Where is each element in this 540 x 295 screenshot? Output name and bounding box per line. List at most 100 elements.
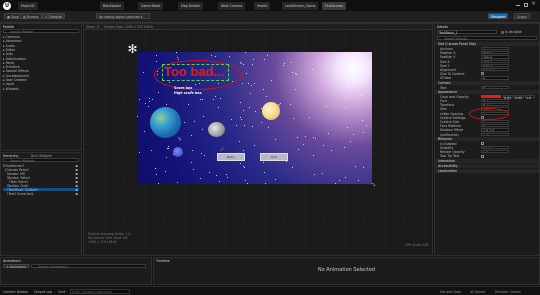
details-section[interactable]: Appearance bbox=[435, 89, 539, 94]
palette-category[interactable]: ▸ Audio bbox=[3, 44, 79, 47]
minimize-icon[interactable] bbox=[516, 5, 520, 6]
star bbox=[345, 106, 347, 108]
property-value[interactable]: 100.0 bbox=[481, 63, 509, 67]
star bbox=[263, 171, 265, 173]
palette-category[interactable]: ▸ Uncategorized bbox=[3, 74, 79, 77]
property-value[interactable]: 0 bbox=[481, 120, 509, 124]
tab-2[interactable]: Game Mode bbox=[138, 2, 164, 10]
add-animation-button[interactable]: + Animation bbox=[3, 264, 29, 269]
checkbox-icon[interactable] bbox=[481, 141, 484, 145]
palette-category[interactable]: ▸ Optimization bbox=[3, 57, 79, 60]
eye-icon[interactable]: ◉ bbox=[75, 164, 78, 167]
quit-button[interactable]: Quit bbox=[260, 153, 288, 161]
palette-category[interactable]: ▸ Input bbox=[3, 82, 79, 85]
all-saved-indicator[interactable]: All Saved bbox=[470, 290, 485, 294]
unreal-logo-icon[interactable]: U bbox=[3, 1, 11, 10]
retry-button[interactable]: Retry bbox=[217, 153, 245, 161]
debug-dropdown[interactable]: No debug object selected ▾ bbox=[96, 13, 150, 19]
property-value[interactable]: Too bad... bbox=[481, 85, 509, 89]
property-value[interactable]: 350.0 bbox=[481, 51, 509, 55]
details-section[interactable]: Content bbox=[435, 80, 539, 85]
property-value[interactable]: 0 bbox=[481, 76, 509, 80]
designer-viewport[interactable]: Zoom -4 Screen Size: 1280 x 720 (16:9) ✻… bbox=[83, 23, 433, 256]
color-swatch[interactable] bbox=[481, 94, 501, 98]
content-drawer-button[interactable]: Content Drawer bbox=[3, 290, 28, 294]
color-channel-field[interactable]: 0.05 bbox=[514, 94, 524, 99]
hierarchy-item[interactable]: [Button_Quit] ◉ bbox=[3, 184, 79, 187]
color-channel-field[interactable]: 0.92 bbox=[503, 94, 513, 99]
resize-handle-icon[interactable]: ⤡ bbox=[372, 182, 375, 187]
eye-icon[interactable]: ◉ bbox=[75, 184, 78, 187]
property-value[interactable]: Roboto bbox=[481, 99, 509, 103]
details-section[interactable]: Localization bbox=[435, 168, 539, 173]
property-value[interactable]: Left bbox=[481, 132, 509, 136]
palette-category[interactable]: ▸ Panel bbox=[3, 61, 79, 64]
hierarchy-search-input[interactable]: ⌕ Search Widgets bbox=[3, 158, 79, 163]
star bbox=[238, 140, 240, 142]
palette-category[interactable]: ▸ Advanced bbox=[3, 39, 79, 42]
tab-7[interactable]: FinalScreen bbox=[322, 2, 347, 10]
checkbox-icon[interactable] bbox=[481, 154, 484, 158]
property-value[interactable]: Visible bbox=[481, 146, 509, 150]
compile-button[interactable]: ✔ Compile bbox=[42, 13, 65, 19]
eye-icon[interactable]: ◉ bbox=[75, 168, 78, 171]
palette-category[interactable]: ▸ Widgets bbox=[3, 87, 79, 90]
palette-category[interactable]: ▸ Lists bbox=[3, 52, 79, 55]
tab-0[interactable]: Paper2D bbox=[18, 2, 38, 10]
eye-icon[interactable]: ◉ bbox=[75, 180, 78, 183]
hierarchy-item[interactable]: [Canvas Panel] ◉ bbox=[3, 168, 79, 171]
eye-icon[interactable]: ◉ bbox=[75, 188, 78, 191]
hierarchy-item[interactable]: [TextBlock_TooBad] ◉ bbox=[3, 188, 79, 192]
derived-data-indicator[interactable]: Derived Data bbox=[440, 290, 461, 294]
designer-button[interactable]: Designer bbox=[488, 13, 509, 19]
tab-1[interactable]: Blackboard bbox=[100, 2, 124, 10]
close-icon[interactable]: × bbox=[531, 1, 537, 7]
hierarchy-item[interactable]: [Image_59] ◉ bbox=[3, 172, 79, 175]
palette-category[interactable]: ▸ Common bbox=[3, 35, 79, 38]
too-bad-title[interactable]: Too bad... bbox=[164, 64, 224, 79]
palette-category[interactable]: ▸ Editor bbox=[3, 48, 79, 51]
tab-3[interactable]: Map Builder bbox=[178, 2, 204, 10]
revision-control-indicator[interactable]: Revision Control bbox=[495, 290, 521, 294]
tab-6[interactable]: LevelScreen_Game bbox=[282, 2, 319, 10]
property-value[interactable]: Anchors bbox=[481, 47, 509, 51]
widget-name-field[interactable]: TextBlock_1 bbox=[437, 30, 497, 35]
details-search-input[interactable]: ⌕ Search Details bbox=[437, 36, 537, 41]
graph-button[interactable]: Graph bbox=[514, 13, 530, 19]
tab-5[interactable]: Health bbox=[254, 2, 271, 10]
tab-4[interactable]: Walk Camera bbox=[218, 2, 246, 10]
toolbar: ▣ Save ▤ Browse ✔ Compile No debug objec… bbox=[0, 11, 540, 23]
details-section[interactable]: Interaction bbox=[435, 158, 539, 163]
browse-button[interactable]: ▤ Browse bbox=[20, 13, 42, 19]
maximize-icon[interactable] bbox=[524, 3, 528, 7]
palette-search-input[interactable]: ⌕ Search Palette bbox=[3, 29, 79, 34]
eye-icon[interactable]: ◉ bbox=[75, 172, 78, 175]
property-value[interactable]: 400.0 bbox=[481, 59, 509, 63]
checkbox-icon[interactable] bbox=[481, 72, 484, 76]
property-value[interactable]: 1.0 bbox=[481, 150, 509, 154]
hierarchy-item[interactable]: [Text] Score text ◉ bbox=[3, 192, 79, 195]
animations-search-input[interactable]: ⌕ Search Animations bbox=[31, 264, 146, 269]
star bbox=[241, 82, 243, 84]
property-value[interactable]: None bbox=[481, 124, 509, 128]
eye-icon[interactable]: ◉ bbox=[75, 176, 78, 179]
property-value[interactable]: 100.0 bbox=[481, 55, 509, 59]
property-value[interactable]: 0.0 0.0 bbox=[481, 68, 509, 72]
cmd-dropdown[interactable]: Cmd bbox=[58, 290, 65, 294]
details-section[interactable]: Slot (Canvas Panel Slot) bbox=[435, 42, 539, 46]
palette-category[interactable]: ▸ Special Effects bbox=[3, 69, 79, 72]
property-value[interactable]: 1.0 1.0 bbox=[481, 128, 509, 132]
hierarchy-item[interactable]: [Button_Retry] ◉ bbox=[3, 176, 79, 179]
details-section[interactable]: Accessibility bbox=[435, 163, 539, 168]
eye-icon[interactable]: ◉ bbox=[75, 192, 78, 195]
hierarchy-item[interactable]: [FinalScreen] ◉ bbox=[3, 164, 79, 167]
output-log-button[interactable]: Output Log bbox=[34, 290, 52, 294]
console-command-input[interactable]: Enter Console Command bbox=[70, 288, 130, 294]
palette-category[interactable]: ▸ Primitive bbox=[3, 65, 79, 68]
is-variable-checkbox[interactable]: Is Variable bbox=[501, 30, 522, 34]
property-value[interactable]: Bold bbox=[481, 103, 509, 107]
color-channel-field[interactable]: 1.0 bbox=[525, 94, 535, 99]
palette-category[interactable]: ▸ User Created bbox=[3, 78, 79, 81]
details-section[interactable]: Behavior bbox=[435, 136, 539, 141]
hierarchy-item[interactable]: [Text_Retry] ◉ bbox=[3, 180, 79, 183]
